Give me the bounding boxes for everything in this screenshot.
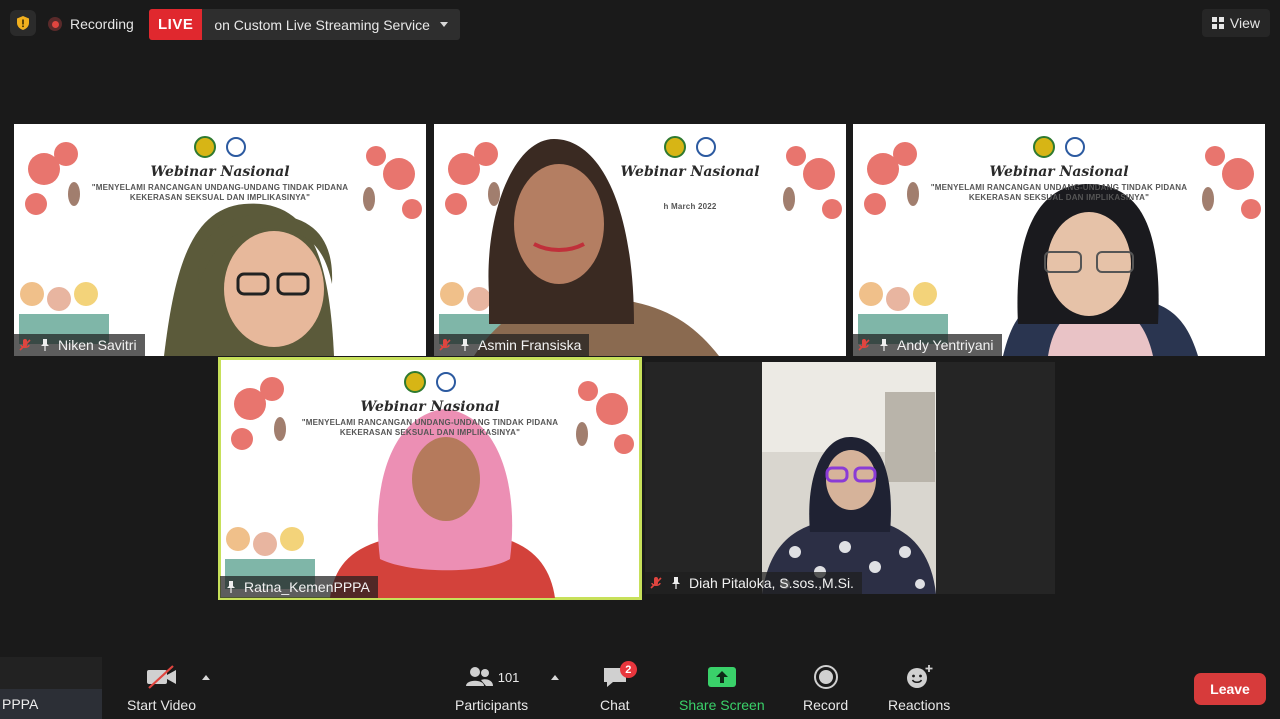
banner-subtitle-1: "MENYELAMI RANCANGAN UNDANG-UNDANG TINDA… xyxy=(91,183,349,192)
camera-feed xyxy=(762,362,936,594)
pin-icon xyxy=(41,339,49,351)
banner-subtitle-2: KEKERASAN SEKSUAL DAN IMPLIKASINYA" xyxy=(129,193,311,202)
webinar-banner: Webinar Nasional h March 2022 xyxy=(534,134,846,212)
faculty-logo-icon xyxy=(436,372,456,392)
chevron-down-icon xyxy=(439,22,448,27)
reactions-label: Reactions xyxy=(888,697,951,713)
faculty-logo-icon xyxy=(1065,137,1085,157)
share-screen-icon xyxy=(707,667,736,687)
webinar-banner: Webinar Nasional "MENYELAMI RANCANGAN UN… xyxy=(220,369,640,438)
video-tile-asmin[interactable]: Webinar Nasional h March 2022 Asmin Fran… xyxy=(434,124,846,356)
participant-name-tag: Asmin Fransiska xyxy=(434,334,590,356)
participant-name: Niken Savitri xyxy=(58,337,137,353)
video-off-icon xyxy=(146,665,176,689)
participants-button[interactable]: 101 Participants xyxy=(455,661,528,713)
view-label: View xyxy=(1229,15,1260,31)
banner-title: Webinar Nasional xyxy=(620,164,760,180)
start-video-label: Start Video xyxy=(127,697,197,713)
record-dot-icon xyxy=(48,17,62,31)
mic-muted-icon xyxy=(858,339,870,351)
faculty-logo-icon xyxy=(696,137,716,157)
top-bar: Recording LIVE on Custom Live Streaming … xyxy=(0,0,1280,48)
participant-name: Diah Pitaloka, S.sos.,M.Si. xyxy=(689,575,854,591)
participants-options-caret[interactable] xyxy=(551,675,559,680)
participant-name: Andy Yentriyani xyxy=(897,337,994,353)
share-screen-button[interactable]: Share Screen xyxy=(679,661,765,713)
banner-subtitle-1: "MENYELAMI RANCANGAN UNDANG-UNDANG TINDA… xyxy=(301,418,559,427)
video-options-caret[interactable] xyxy=(202,675,210,680)
live-stream-dropdown[interactable]: LIVE on Custom Live Streaming Service xyxy=(149,9,460,40)
webinar-banner: Webinar Nasional "MENYELAMI RANCANGAN UN… xyxy=(14,134,426,203)
recording-label: Recording xyxy=(70,16,134,32)
self-view-thumbnail[interactable]: PPPA xyxy=(0,657,102,719)
self-view-caption: PPPA xyxy=(0,689,102,719)
live-badge: LIVE xyxy=(149,9,203,40)
banner-title: Webinar Nasional xyxy=(989,164,1129,180)
pin-icon xyxy=(672,577,680,589)
participant-name-tag: Niken Savitri xyxy=(14,334,145,356)
reactions-button[interactable]: Reactions xyxy=(888,661,950,713)
record-icon xyxy=(813,665,838,689)
mic-muted-icon xyxy=(19,339,31,351)
banner-subtitle-2: KEKERASAN SEKSUAL DAN IMPLIKASINYA" xyxy=(339,428,521,437)
video-tile-diah[interactable]: Diah Pitaloka, S.sos.,M.Si. xyxy=(645,362,1055,594)
banner-subtitle-1: "MENYELAMI RANCANGAN UNDANG-UNDANG TINDA… xyxy=(930,183,1188,192)
live-stream-text: on Custom Live Streaming Service xyxy=(214,16,430,33)
chat-button[interactable]: 2 Chat xyxy=(600,661,637,713)
share-screen-label: Share Screen xyxy=(679,697,765,713)
grid-view-icon xyxy=(1211,17,1224,29)
participant-name-tag: Ratna_KemenPPPA xyxy=(220,576,378,598)
banner-title: Webinar Nasional xyxy=(360,399,500,415)
view-button[interactable]: View xyxy=(1201,9,1270,37)
university-logo-icon xyxy=(1033,136,1055,158)
video-tile-ratna[interactable]: Webinar Nasional "MENYELAMI RANCANGAN UN… xyxy=(218,357,642,600)
participant-name: Asmin Fransiska xyxy=(478,337,582,353)
participants-count: 101 xyxy=(497,669,520,685)
leave-button[interactable]: Leave xyxy=(1194,673,1266,705)
video-tile-niken[interactable]: Webinar Nasional "MENYELAMI RANCANGAN UN… xyxy=(14,124,426,356)
participant-name-tag: Andy Yentriyani xyxy=(853,334,1002,356)
video-tile-andy[interactable]: Webinar Nasional "MENYELAMI RANCANGAN UN… xyxy=(853,124,1265,356)
participant-name: Ratna_KemenPPPA xyxy=(244,579,370,595)
university-logo-icon xyxy=(404,371,426,393)
shield-icon[interactable] xyxy=(10,10,36,36)
recording-indicator[interactable]: Recording xyxy=(48,12,134,36)
mic-muted-icon xyxy=(439,339,451,351)
webinar-banner: Webinar Nasional "MENYELAMI RANCANGAN UN… xyxy=(853,134,1265,203)
chat-label: Chat xyxy=(600,697,630,713)
participants-icon xyxy=(465,667,493,686)
mic-muted-icon xyxy=(650,577,662,589)
banner-title: Webinar Nasional xyxy=(150,164,290,180)
banner-date: h March 2022 xyxy=(663,202,717,211)
reactions-icon xyxy=(907,665,933,688)
participant-name-tag: Diah Pitaloka, S.sos.,M.Si. xyxy=(645,572,862,594)
banner-subtitle-2: KEKERASAN SEKSUAL DAN IMPLIKASINYA" xyxy=(968,193,1150,202)
pin-icon xyxy=(227,581,235,593)
faculty-logo-icon xyxy=(226,137,246,157)
record-button[interactable]: Record xyxy=(803,661,848,713)
pin-icon xyxy=(461,339,469,351)
meeting-toolbar: PPPA Start Video 101 Participants 2 Chat… xyxy=(0,657,1280,719)
participants-label: Participants xyxy=(455,697,529,713)
start-video-button[interactable]: Start Video xyxy=(127,661,196,713)
university-logo-icon xyxy=(664,136,686,158)
record-label: Record xyxy=(803,697,849,713)
pin-icon xyxy=(880,339,888,351)
chat-unread-badge: 2 xyxy=(619,661,637,678)
university-logo-icon xyxy=(194,136,216,158)
